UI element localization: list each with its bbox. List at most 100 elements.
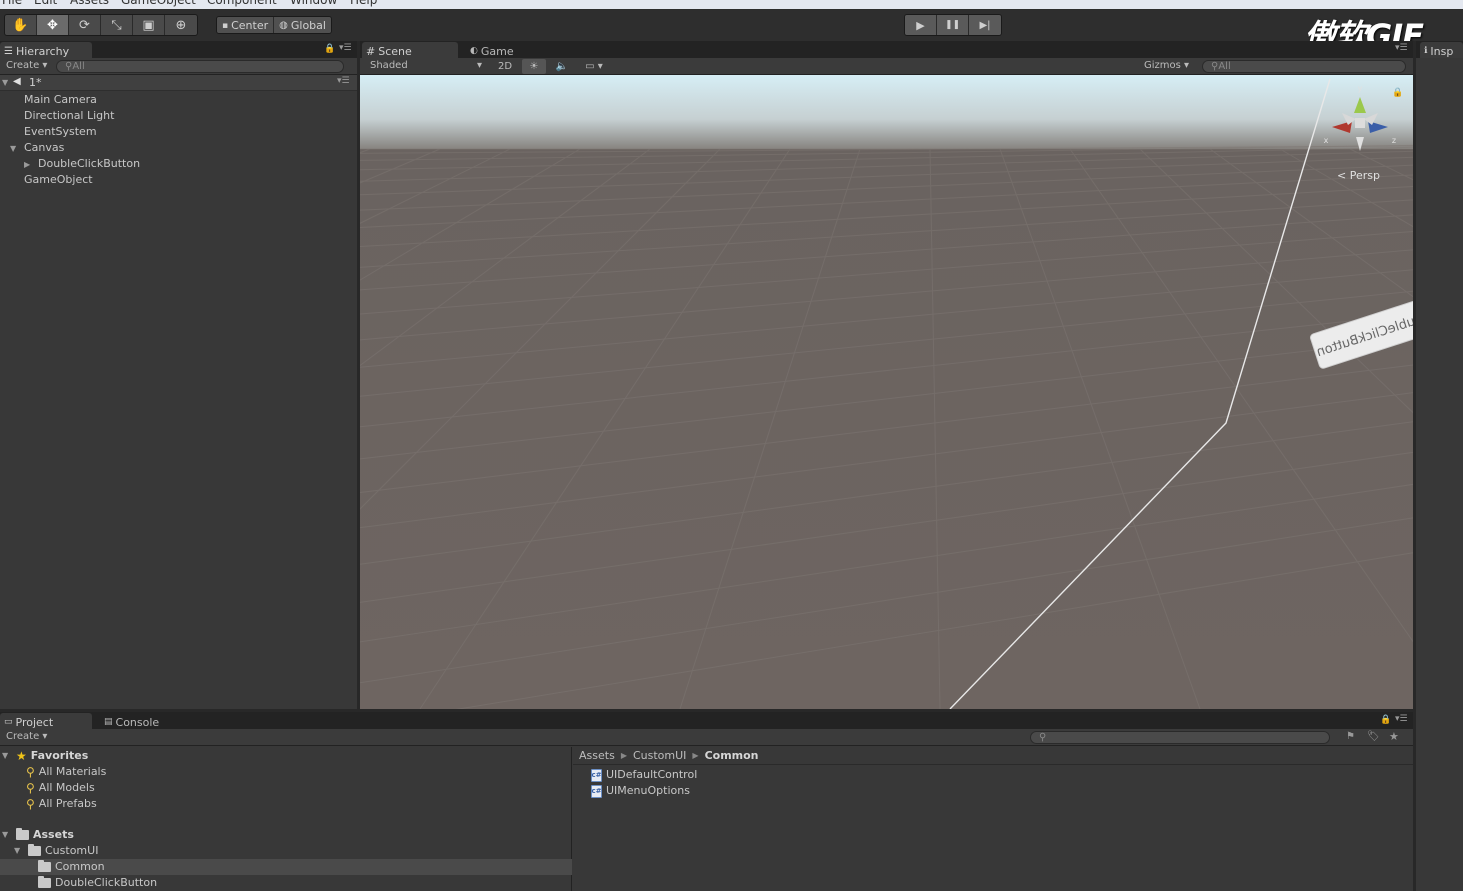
menu-bar: File Edit Assets GameObject Component Window H… [0,0,1463,9]
scene-menu-icon[interactable]: ▾☰ [337,76,350,86]
expanded-arrow-icon[interactable]: ▼ [10,141,24,157]
breadcrumb-separator-icon: ▶ [692,751,699,760]
hierarchy-item[interactable]: EventSystem [10,124,97,140]
shading-mode-dropdown[interactable]: Shaded [370,60,408,71]
folder-tree-item[interactable]: DoubleClickButton [38,875,157,891]
hierarchy-subbar: Create ▾ ⚲All [0,58,357,75]
console-icon: ▤ [104,717,113,727]
lock-icon[interactable]: 🔒 [324,44,335,54]
tab-hierarchy[interactable]: ☰ Hierarchy [0,42,92,58]
effects-dropdown-button[interactable]: ▭ ▾ [578,59,610,74]
scale-tool-icon: ⤡ [111,17,122,33]
menu-item-assets[interactable]: Assets [70,0,109,7]
tab-game-label: Game [480,44,514,58]
transform-tool-button[interactable]: ⊕ [165,15,197,35]
panel-menu-icon[interactable]: ▾☰ [339,43,352,53]
expanded-arrow-icon[interactable]: ▼ [2,827,12,843]
pivot-center-button[interactable]: ▪ Center [217,17,275,33]
project-create-dropdown[interactable]: Create ▾ [6,731,47,742]
move-tool-button[interactable]: ✥ [37,15,69,35]
expanded-arrow-icon[interactable]: ▼ [2,748,12,764]
menu-item-component[interactable]: Component [207,0,277,7]
filter-type-icon[interactable]: ⚑ [1346,731,1355,742]
tab-project[interactable]: ▭ Project [0,713,92,729]
hierarchy-item[interactable]: Main Camera [10,92,97,108]
menu-item-file[interactable]: File [2,0,22,7]
toggle-2d-button[interactable]: 2D [490,59,520,74]
pause-button[interactable]: ❚❚ [937,15,969,35]
scene-subbar: Shaded ▾ 2D ☀ 🔈 ▭ ▾ Gizmos ▾ ⚲All [360,58,1413,75]
speaker-icon: 🔈 [555,61,569,72]
shading-dropdown-arrow-icon[interactable]: ▾ [477,60,482,71]
favorite-item[interactable]: ⚲ All Models [26,780,95,796]
menu-item-window[interactable]: Window [290,0,337,7]
hierarchy-item[interactable]: ▶ DoubleClickButton [24,156,140,172]
hierarchy-search-input[interactable]: ⚲All [56,60,344,73]
file-item[interactable]: c# UIMenuOptions [591,783,690,799]
gizmo-lock-icon[interactable]: 🔒 [1392,87,1403,98]
step-button[interactable]: ▶| [969,15,1001,35]
expand-arrow-icon[interactable]: ▼ [2,78,12,87]
star-icon: ★ [16,749,27,763]
gizmos-dropdown[interactable]: Gizmos ▾ [1144,60,1189,71]
favorite-item[interactable]: ⚲ All Prefabs [26,796,97,812]
hierarchy-item[interactable]: ▼ Canvas [10,140,64,156]
breadcrumb-item[interactable]: Assets [579,749,615,762]
panel-menu-icon[interactable]: ▾☰ [1395,43,1408,53]
scene-search-input[interactable]: ⚲All [1202,60,1406,73]
hierarchy-search-placeholder: All [72,61,85,72]
favorites-section[interactable]: ▼ ★ Favorites [2,748,88,764]
scene-3d-view: DoubleClickButton y x z < Persp 🔒 [360,75,1413,709]
folder-icon [38,860,51,872]
assets-folder[interactable]: ▼ Assets [2,827,74,843]
pivot-center-label: Center [231,19,269,32]
lighting-toggle-button[interactable]: ☀ [522,59,546,74]
menu-item-gameobject[interactable]: GameObject [121,0,196,7]
breadcrumb-item[interactable]: CustomUI [633,749,686,762]
play-button[interactable]: ▶ [905,15,937,35]
file-item[interactable]: c# UIDefaultControl [591,767,697,783]
favorite-star-icon[interactable]: ★ [1389,730,1399,743]
hierarchy-item-label: Main Camera [24,93,97,106]
favorite-item[interactable]: ⚲ All Materials [26,764,106,780]
folder-tab-icon: ▭ [4,717,13,727]
menu-item-edit[interactable]: Edit [34,0,57,7]
step-icon: ▶| [979,19,991,31]
filter-label-icon[interactable]: 🏷 [1367,731,1380,742]
project-search-input[interactable]: ⚲ [1030,731,1330,744]
hand-tool-button[interactable]: ✋ [5,15,37,35]
tab-console[interactable]: ▤ Console [100,713,180,729]
rotate-tool-button[interactable]: ⟳ [69,15,101,35]
csharp-script-icon: c# [591,784,602,798]
panel-menu-icon[interactable]: ▾☰ [1395,714,1408,724]
hand-tool-icon: ✋ [12,17,29,33]
tab-project-label: Project [15,715,54,729]
csharp-script-icon: c# [591,768,602,782]
breadcrumb-item[interactable]: Common [705,749,759,762]
tab-game[interactable]: ◐ Game [466,42,536,58]
scene-viewport[interactable]: DoubleClickButton y x z < Persp 🔒 [360,75,1413,709]
hierarchy-tabstrip: ☰ Hierarchy 🔒 ▾☰ [0,41,357,58]
lock-icon[interactable]: 🔒 [1380,715,1391,725]
audio-toggle-button[interactable]: 🔈 [550,59,574,74]
expanded-arrow-icon[interactable]: ▼ [14,843,24,859]
hierarchy-item[interactable]: Directional Light [10,108,114,124]
hierarchy-item[interactable]: GameObject [10,172,93,188]
menu-item-help[interactable]: Help [350,0,377,7]
scale-tool-button[interactable]: ⤡ [101,15,133,35]
search-icon: ⚲ [26,765,35,779]
hierarchy-item-label: EventSystem [24,125,97,138]
projection-label[interactable]: < Persp [1337,169,1380,182]
tab-inspector[interactable]: ℹ Insp [1420,42,1463,58]
scene-root-row[interactable]: ▼ ◀ 1* ▾☰ [0,75,357,91]
folder-tree-item[interactable]: Common [0,859,572,875]
collapsed-arrow-icon[interactable]: ▶ [24,157,38,173]
project-panel: ▭ Project ▤ Console 🔒 ▾☰ Create ▾ ⚲ ⚑ 🏷 … [0,712,1413,891]
hierarchy-item-label: GameObject [24,173,93,186]
project-subbar: Create ▾ ⚲ ⚑ 🏷 ★ [0,729,1413,746]
space-global-button[interactable]: ◍ Global [274,17,331,33]
tab-scene[interactable]: # Scene [362,42,458,58]
folder-tree-item[interactable]: ▼ CustomUI [14,843,98,859]
hierarchy-create-dropdown[interactable]: Create ▾ [6,60,47,71]
rect-tool-button[interactable]: ▣ [133,15,165,35]
